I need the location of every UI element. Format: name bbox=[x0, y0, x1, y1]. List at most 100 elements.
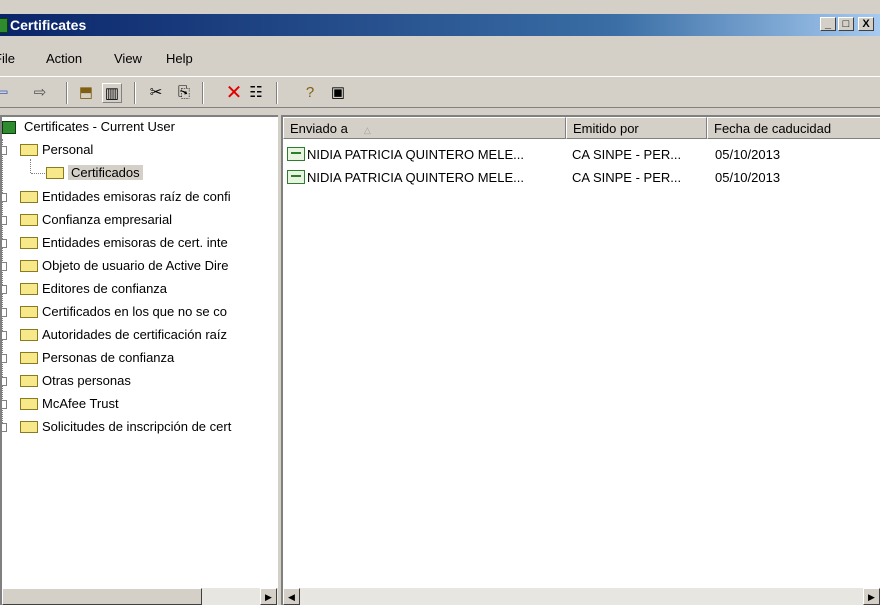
minimize-button[interactable]: _ bbox=[820, 17, 836, 31]
menu-view[interactable]: View bbox=[114, 51, 142, 66]
tree-item-label: Confianza empresarial bbox=[42, 212, 173, 227]
tree-item-label: Personas de confianza bbox=[42, 350, 175, 365]
expand-toggle[interactable] bbox=[2, 285, 7, 294]
console-tree-icon[interactable]: ▥ bbox=[102, 83, 122, 103]
list-item[interactable]: NIDIA PATRICIA QUINTERO MELE... CA SINPE… bbox=[283, 167, 880, 189]
help-icon[interactable]: ? bbox=[300, 83, 320, 103]
tree-item[interactable]: McAfee Trust bbox=[2, 394, 119, 414]
column-header-issued-to[interactable]: Enviado a △ bbox=[283, 117, 566, 139]
menu-action[interactable]: Action bbox=[46, 51, 82, 66]
cut-icon[interactable]: ✂ bbox=[146, 83, 166, 103]
certificates-app-icon bbox=[0, 18, 8, 33]
scroll-left-icon[interactable]: ◀ bbox=[283, 588, 300, 605]
expiration-cell: 05/10/2013 bbox=[715, 170, 781, 185]
menu-bar: File Action View Help bbox=[0, 46, 880, 70]
tree-item-label: Personal bbox=[42, 142, 94, 157]
certificates-root-icon bbox=[2, 121, 16, 134]
tree-item-label: Objeto de usuario de Active Dire bbox=[42, 258, 229, 273]
column-header-expiration[interactable]: Fecha de caducidad bbox=[707, 117, 880, 139]
folder-icon bbox=[20, 144, 38, 156]
tree-item-label: Certificados bbox=[68, 165, 143, 180]
tree-connector bbox=[31, 173, 45, 174]
tree-item[interactable]: Entidades emisoras raíz de confi bbox=[2, 187, 231, 207]
expand-toggle[interactable] bbox=[2, 193, 7, 202]
column-header-issued-by[interactable]: Emitido por bbox=[566, 117, 707, 139]
tree-horizontal-scrollbar[interactable]: ▶ bbox=[2, 588, 278, 605]
toolbar-separator bbox=[276, 82, 278, 104]
forward-arrow-icon[interactable]: ⇨ bbox=[30, 83, 50, 103]
tree-item-label: Autoridades de certificación raíz bbox=[42, 327, 227, 342]
folder-icon bbox=[20, 421, 38, 433]
tree-item-label: Editores de confianza bbox=[42, 281, 168, 296]
delete-icon[interactable]: ✕ bbox=[224, 83, 244, 103]
back-arrow-icon[interactable]: ⇦ bbox=[0, 83, 12, 103]
title-bar: Certificates _ □ X bbox=[0, 14, 880, 36]
up-folder-icon[interactable]: ⬒ bbox=[76, 83, 96, 103]
tree-item[interactable]: Autoridades de certificación raíz bbox=[2, 325, 227, 345]
maximize-button[interactable]: □ bbox=[838, 17, 854, 31]
open-folder-icon bbox=[46, 167, 64, 179]
column-label: Fecha de caducidad bbox=[714, 121, 832, 136]
expand-toggle[interactable] bbox=[2, 423, 7, 432]
folder-icon bbox=[20, 329, 38, 341]
tree-item-label: Entidades emisoras raíz de confi bbox=[42, 189, 231, 204]
expand-toggle[interactable] bbox=[2, 331, 7, 340]
column-label: Emitido por bbox=[573, 121, 639, 136]
tree-root[interactable]: Certificates - Current User bbox=[2, 117, 175, 137]
menu-file[interactable]: File bbox=[0, 51, 15, 66]
issued-by-cell: CA SINPE - PER... bbox=[572, 147, 682, 162]
column-label: Enviado a bbox=[290, 121, 348, 136]
toolbar-separator bbox=[134, 82, 136, 104]
scroll-right-icon[interactable]: ▶ bbox=[260, 588, 277, 605]
list-item[interactable]: NIDIA PATRICIA QUINTERO MELE... CA SINPE… bbox=[283, 144, 880, 166]
expand-toggle[interactable] bbox=[2, 262, 7, 271]
window-title: Certificates bbox=[10, 17, 87, 33]
expand-toggle[interactable] bbox=[2, 308, 7, 317]
certificate-icon bbox=[287, 147, 305, 161]
tree-item[interactable]: Objeto de usuario de Active Dire bbox=[2, 256, 228, 276]
tree-item[interactable]: Editores de confianza bbox=[2, 279, 167, 299]
folder-icon bbox=[20, 283, 38, 295]
console-tree: Certificates - Current User Personal Cer… bbox=[0, 115, 278, 605]
tree-item[interactable]: Solicitudes de inscripción de cert bbox=[2, 417, 231, 437]
folder-icon bbox=[20, 237, 38, 249]
tree-item[interactable]: Personas de confianza bbox=[2, 348, 174, 368]
issued-to-cell: NIDIA PATRICIA QUINTERO MELE... bbox=[307, 147, 524, 162]
toolbar-separator bbox=[202, 82, 204, 104]
tree-item[interactable]: Confianza empresarial bbox=[2, 210, 172, 230]
list-horizontal-scrollbar[interactable]: ◀ ▶ bbox=[283, 588, 880, 605]
expand-toggle[interactable] bbox=[2, 400, 7, 409]
details-list: Enviado a △ Emitido por Fecha de caducida… bbox=[281, 115, 880, 605]
folder-icon bbox=[20, 260, 38, 272]
menu-help[interactable]: Help bbox=[166, 51, 193, 66]
expand-toggle[interactable] bbox=[2, 216, 7, 225]
tree-item-certificados[interactable]: Certificados bbox=[46, 163, 143, 183]
tree-item-label: Solicitudes de inscripción de cert bbox=[42, 419, 232, 434]
expand-toggle[interactable] bbox=[2, 239, 7, 248]
scroll-right-icon[interactable]: ▶ bbox=[863, 588, 880, 605]
close-button[interactable]: X bbox=[858, 17, 874, 31]
toolbar: ⇦ ⇨ ⬒ ▥ ✂ ⎘ ✕ ☷ ? ▣ bbox=[0, 76, 880, 108]
tree-item[interactable]: Otras personas bbox=[2, 371, 131, 391]
expand-toggle[interactable] bbox=[2, 377, 7, 386]
copy-icon[interactable]: ⎘ bbox=[174, 83, 194, 103]
folder-icon bbox=[20, 398, 38, 410]
properties-icon[interactable]: ☷ bbox=[246, 83, 266, 103]
folder-icon bbox=[20, 375, 38, 387]
tree-connector bbox=[30, 159, 31, 173]
tree-item[interactable]: Certificados en los que no se co bbox=[2, 302, 227, 322]
tree-item-label: Entidades emisoras de cert. inte bbox=[42, 235, 228, 250]
certificate-icon bbox=[287, 170, 305, 184]
scrollbar-thumb[interactable] bbox=[2, 588, 202, 605]
issued-to-cell: NIDIA PATRICIA QUINTERO MELE... bbox=[307, 170, 524, 185]
folder-icon bbox=[20, 191, 38, 203]
expand-toggle[interactable] bbox=[2, 354, 7, 363]
collapse-toggle[interactable] bbox=[2, 146, 7, 155]
expiration-cell: 05/10/2013 bbox=[715, 147, 781, 162]
sort-ascending-icon: △ bbox=[363, 125, 371, 135]
tree-item[interactable]: Entidades emisoras de cert. inte bbox=[2, 233, 228, 253]
tree-item-personal[interactable]: Personal bbox=[2, 140, 93, 160]
export-list-icon[interactable]: ▣ bbox=[328, 83, 348, 103]
issued-by-cell: CA SINPE - PER... bbox=[572, 170, 682, 185]
folder-icon bbox=[20, 306, 38, 318]
